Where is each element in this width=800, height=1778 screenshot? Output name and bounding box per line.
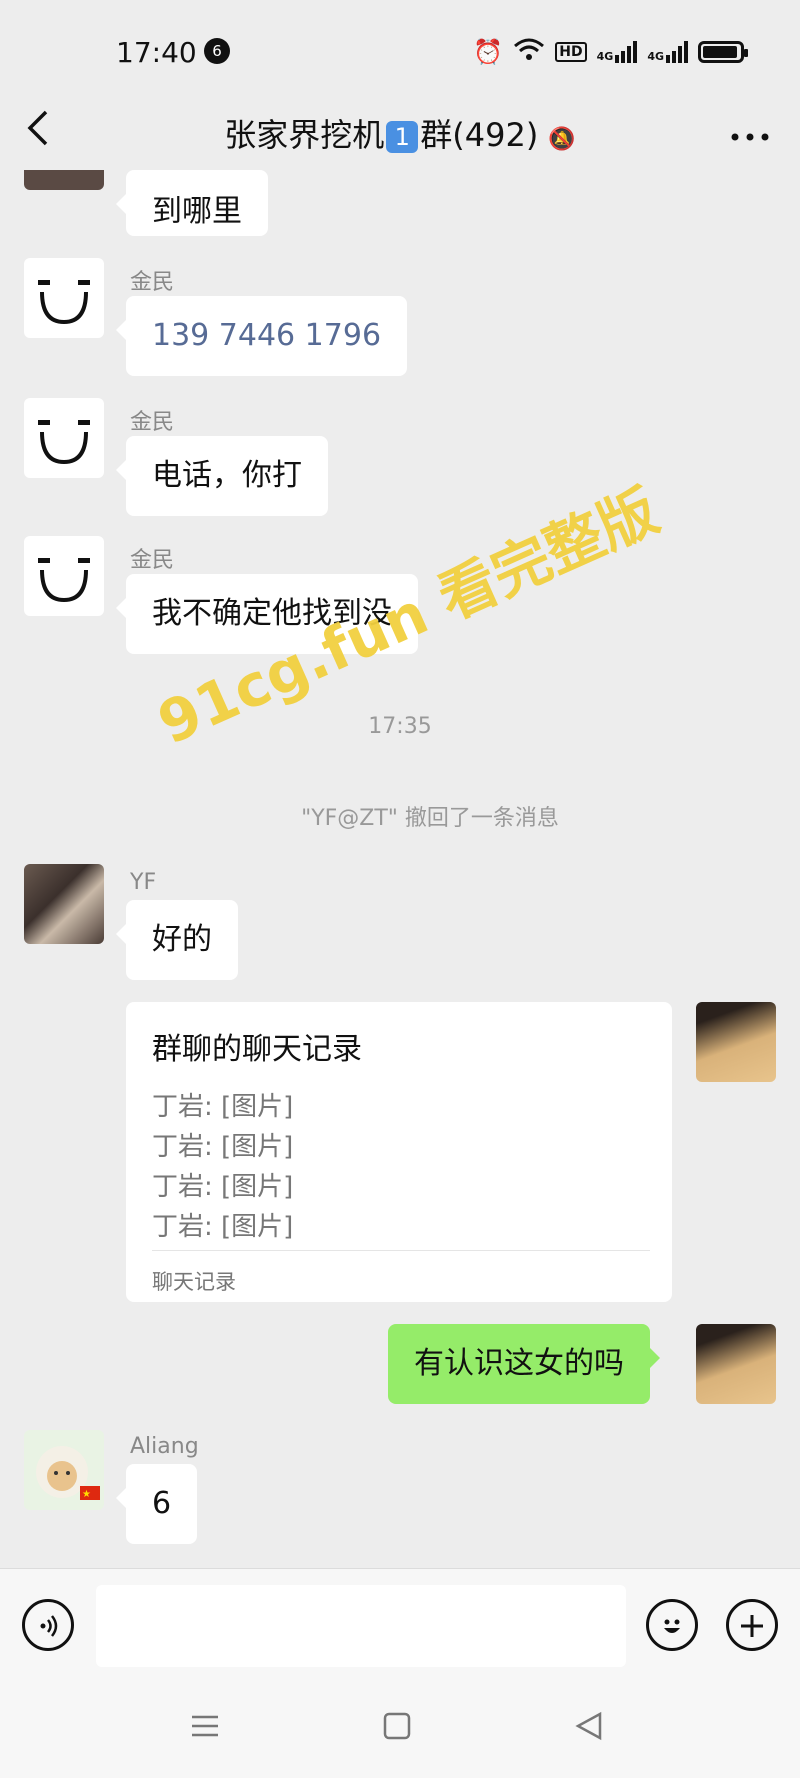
message-bubble[interactable]: 6 (115, 1464, 198, 1544)
smiley-face-icon (38, 420, 90, 465)
plus-icon (741, 1614, 763, 1637)
sender-name: 金民 (130, 548, 175, 573)
chat-area[interactable]: 到哪里 金民 139 7446 1796 金民 电话，你打 金民 我不确定他找到… (0, 170, 800, 1568)
smiley-face-icon (38, 558, 90, 603)
sender-name: YF (130, 870, 157, 895)
signal-4g-label: 4G (596, 50, 614, 63)
recent-apps-button[interactable] (190, 1710, 220, 1750)
card-title: 群聊的聊天记录 (152, 1032, 362, 1067)
input-bar (0, 1568, 800, 1689)
svg-text:★: ★ (82, 1489, 91, 1500)
menu-icon (192, 1715, 218, 1737)
avatar-photo[interactable] (24, 864, 104, 944)
sender-name: Aliang (130, 1434, 199, 1459)
message-bubble-outgoing[interactable]: 有认识这女的吗 (388, 1324, 660, 1404)
recall-notice: "YF@ZT" 撤回了一条消息 (301, 806, 559, 831)
sender-name: 金民 (130, 410, 175, 435)
status-bar: 17:40 6 ⏰ HD 4G 4G (0, 0, 800, 90)
group-count: 群(492) (420, 116, 539, 154)
sheep-face-icon: ★ (36, 1446, 100, 1500)
avatar[interactable] (24, 170, 104, 190)
hd-icon: HD (555, 42, 587, 62)
chat-record-card[interactable]: 群聊的聊天记录 丁岩: [图片] 丁岩: [图片] 丁岩: [图片] 丁岩: [… (126, 1002, 672, 1302)
avatar-smiley[interactable] (24, 398, 104, 478)
avatar-self[interactable] (696, 1324, 776, 1404)
card-line: 丁岩: [图片] (152, 1172, 294, 1202)
message-input[interactable] (96, 1585, 626, 1667)
signal-4g-label: 4G (647, 50, 664, 63)
plus-button[interactable] (726, 1599, 778, 1651)
title-bar: 张家界挖机 1 群(492) 🔕 (0, 90, 800, 170)
card-line: 丁岩: [图片] (152, 1212, 294, 1242)
number-emoji: 1 (386, 121, 419, 153)
signal-4g-icon: 4G (597, 41, 638, 63)
wifi-icon (513, 38, 545, 66)
system-nav-bar (0, 1688, 800, 1778)
alarm-icon: ⏰ (473, 38, 504, 66)
time-divider: 17:35 (368, 714, 432, 739)
avatar-sheep[interactable]: ★ (24, 1430, 104, 1510)
group-name: 张家界挖机 (224, 116, 385, 154)
card-line: 丁岩: [图片] (152, 1132, 294, 1162)
phone-number-link[interactable]: 139 7446 1796 (115, 296, 408, 376)
notification-badge: 6 (204, 38, 230, 64)
voice-icon (40, 1614, 58, 1637)
voice-button[interactable] (22, 1599, 74, 1651)
avatar-smiley[interactable] (24, 258, 104, 338)
sender-name: 金民 (130, 270, 175, 295)
more-options-button[interactable] (730, 112, 770, 150)
message-bubble[interactable]: 电话，你打 (116, 436, 328, 516)
mute-bell-icon: 🔕 (548, 127, 576, 152)
home-square-icon (383, 1712, 411, 1740)
status-time: 17:40 (116, 36, 197, 69)
card-divider (152, 1250, 650, 1251)
back-nav-button[interactable] (574, 1710, 604, 1750)
page-title: 张家界挖机 1 群(492) 🔕 (0, 110, 800, 156)
home-button[interactable] (382, 1710, 412, 1750)
card-footer: 聊天记录 (152, 1270, 236, 1294)
more-dots-icon (731, 133, 769, 141)
smiley-face-icon (38, 280, 90, 325)
message-bubble[interactable]: 到哪里 (116, 170, 268, 236)
avatar-smiley[interactable] (24, 536, 104, 616)
battery-icon (698, 41, 748, 63)
signal-4g-icon: 4G (647, 41, 688, 63)
back-triangle-icon (575, 1711, 602, 1741)
emoji-button[interactable] (646, 1599, 698, 1651)
status-icons: ⏰ HD 4G 4G (473, 38, 748, 66)
message-bubble[interactable]: 好的 (116, 900, 238, 980)
avatar-self[interactable] (696, 1002, 776, 1082)
card-line: 丁岩: [图片] (152, 1092, 294, 1122)
emoji-icon (664, 1619, 680, 1633)
